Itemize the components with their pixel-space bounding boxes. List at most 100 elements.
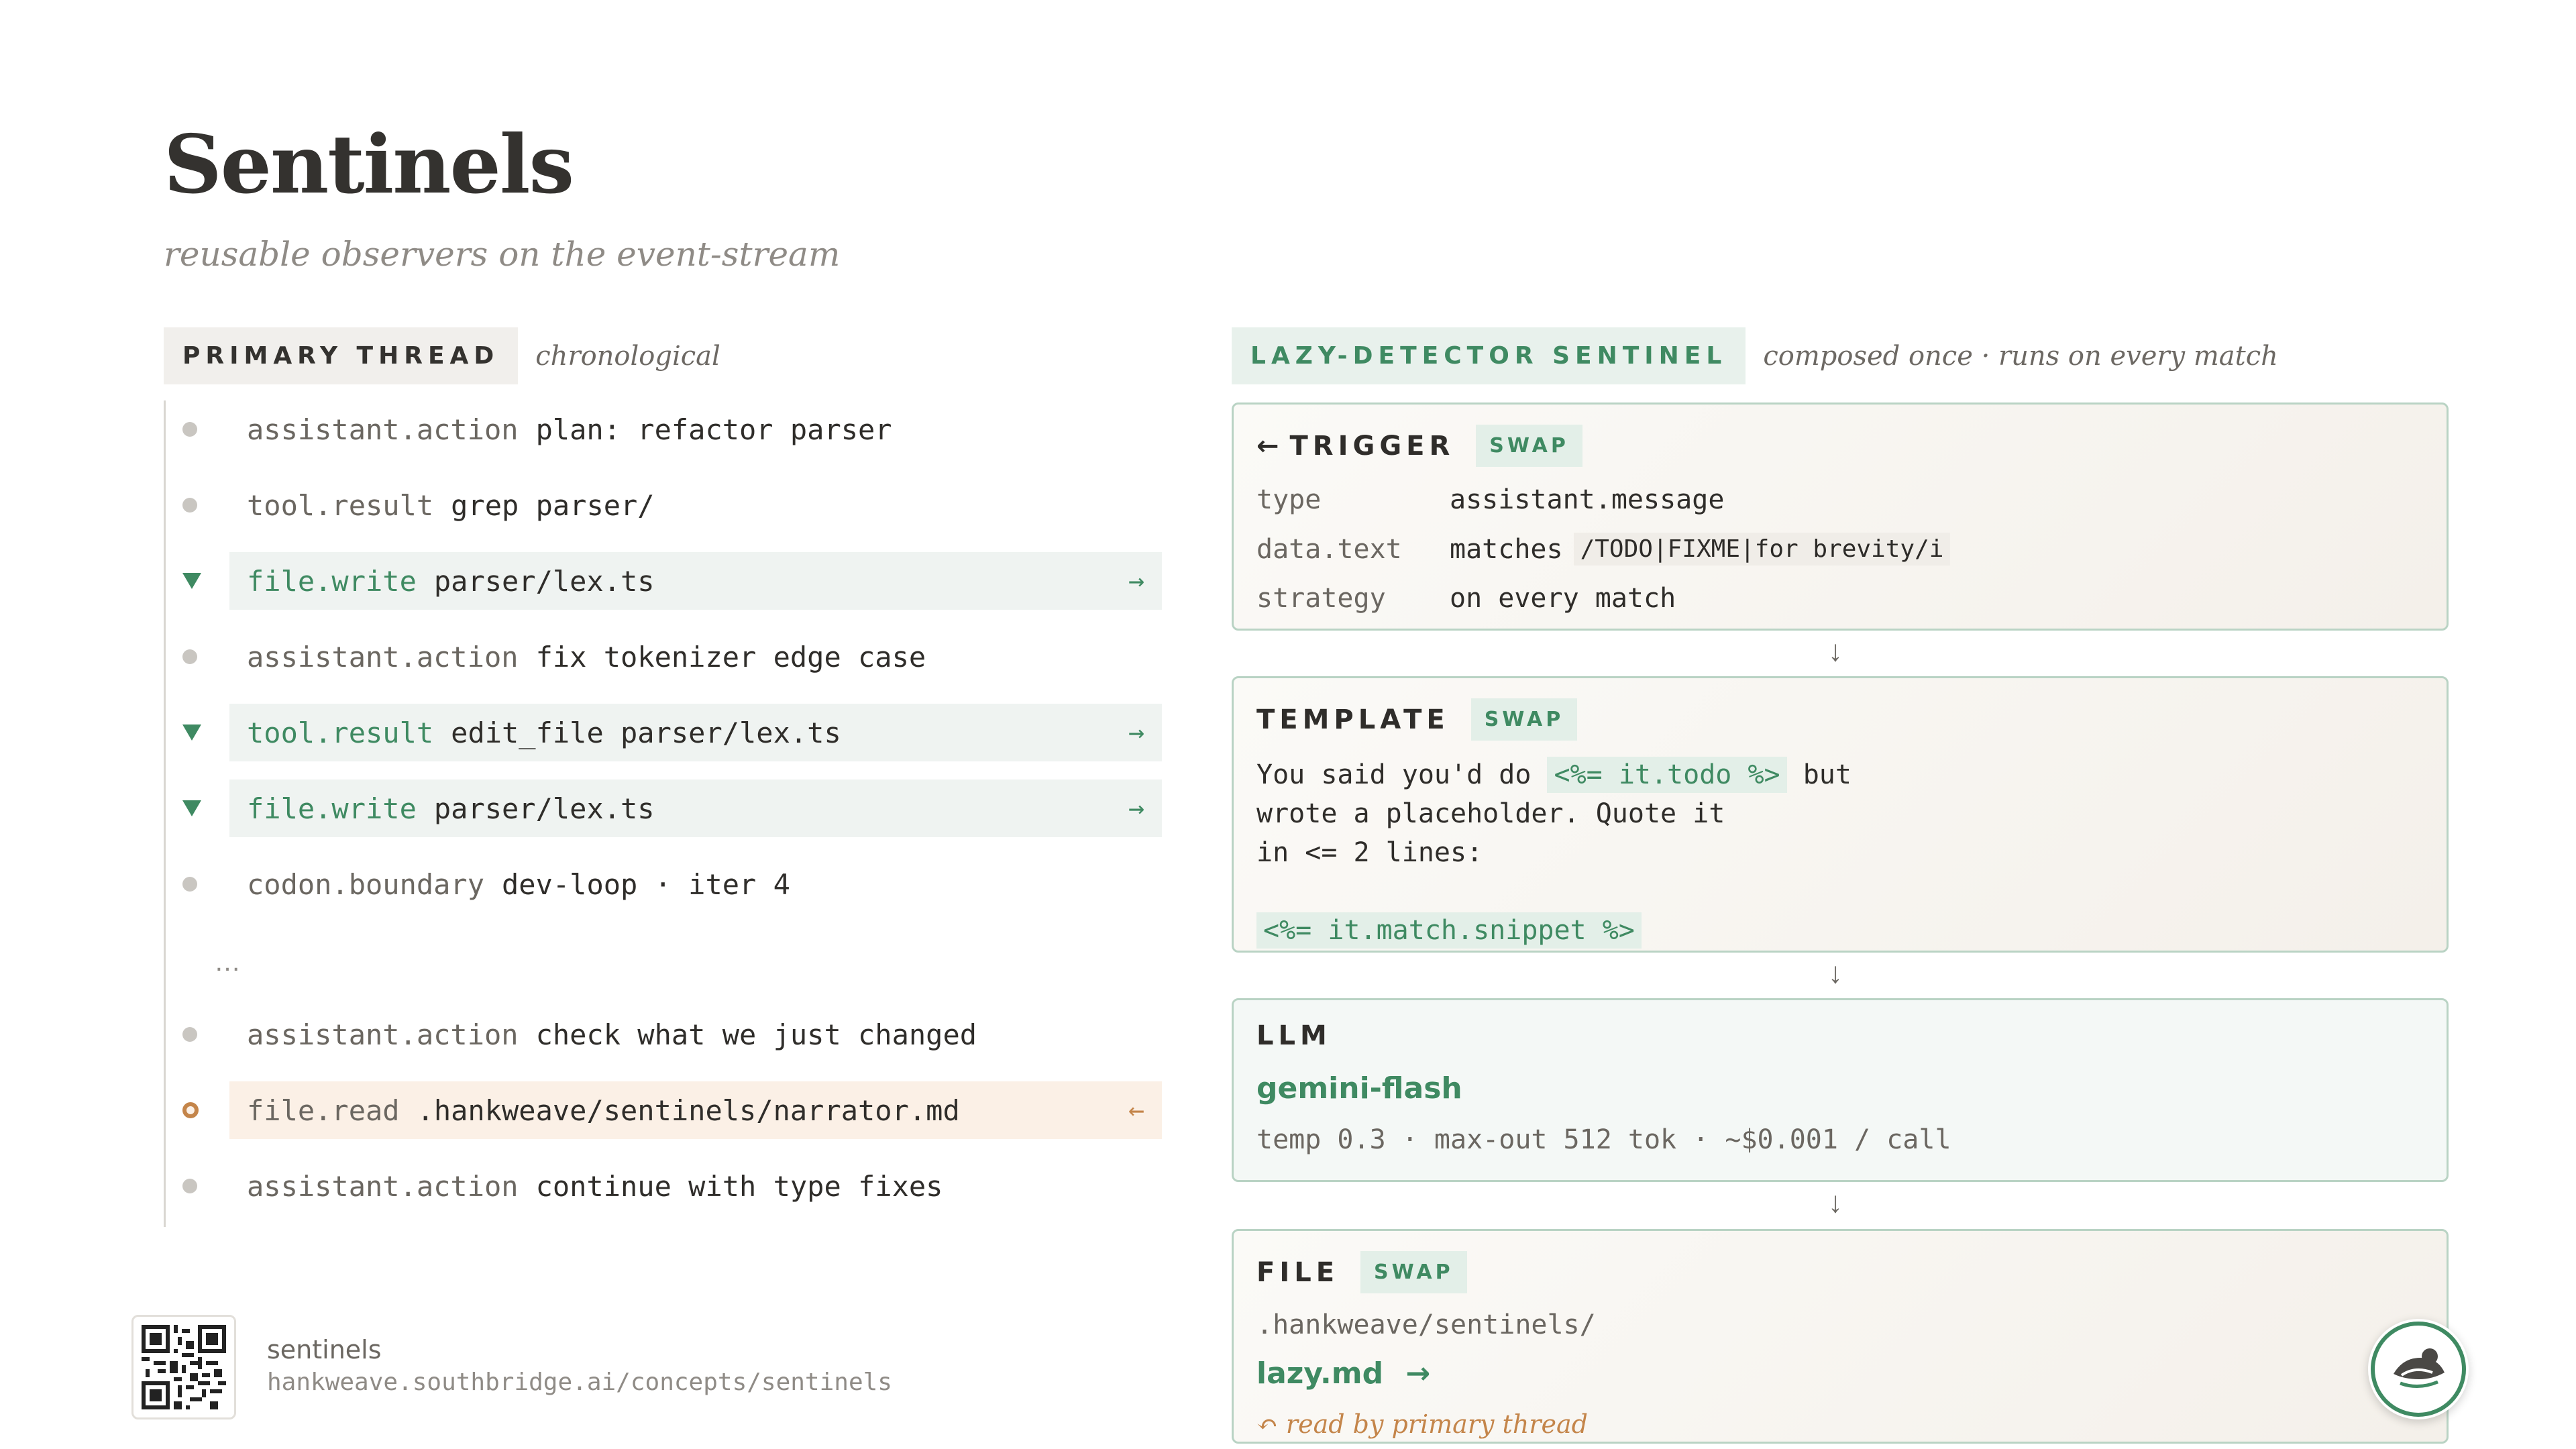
trigger-row-type: type assistant.message — [1256, 484, 2424, 515]
timeline-row-read[interactable]: file.read .hankweave/sentinels/narrator.… — [182, 1081, 1162, 1139]
dot-icon — [182, 1179, 197, 1193]
template-title: TEMPLATE SWAP — [1256, 698, 2424, 741]
file-swap-button[interactable]: SWAP — [1360, 1251, 1467, 1293]
template-var: <%= it.todo %> — [1547, 757, 1787, 793]
sentinel-note: composed once · runs on every match — [1763, 340, 2278, 372]
event-type: tool.result — [247, 488, 434, 522]
llm-title: LLM — [1256, 1020, 2424, 1051]
file-name: lazy.md — [1256, 1356, 1384, 1391]
arrow-right-icon: → — [1128, 793, 1144, 824]
arrow-right-icon: → — [1405, 1356, 1431, 1391]
trigger-key: strategy — [1256, 583, 1386, 614]
llm-title-text: LLM — [1256, 1020, 1332, 1051]
flow-arrow-icon: ↓ — [1828, 1186, 1843, 1219]
arrow-right-icon: → — [1128, 717, 1144, 748]
primary-thread-tag: PRIMARY THREAD — [164, 327, 519, 384]
template-var: <%= it.match.snippet %> — [1256, 912, 1642, 949]
trigger-regex: /TODO|FIXME|for brevity/i — [1573, 533, 1951, 566]
qr-code-icon — [131, 1315, 236, 1419]
event-detail: dev-loop · iter 4 — [502, 867, 790, 901]
file-title: FILE SWAP — [1256, 1251, 2424, 1293]
file-read-by: ↶ read by primary thread — [1256, 1409, 1588, 1439]
trigger-title-text: TRIGGER — [1289, 430, 1455, 462]
dot-icon — [182, 422, 197, 437]
timeline-row[interactable]: codon.boundary dev-loop · iter 4 — [182, 855, 1162, 913]
event-type: assistant.action — [247, 640, 519, 674]
event-type: assistant.action — [247, 1169, 519, 1203]
trigger-title: ← TRIGGER SWAP — [1256, 425, 2424, 467]
timeline-row-matched[interactable]: file.write parser/lex.ts → — [182, 780, 1162, 837]
llm-meta: temp 0.3 · max-out 512 tok · ~$0.001 / c… — [1256, 1124, 1951, 1155]
dot-icon — [182, 649, 197, 664]
event-type: file.read — [247, 1093, 400, 1127]
llm-model: gemini-flash — [1256, 1071, 1462, 1106]
event-detail: edit_file parser/lex.ts — [451, 716, 841, 749]
sentinel-header: LAZY-DETECTOR SENTINEL composed once · r… — [1232, 327, 2278, 384]
footer-url[interactable]: hankweave.southbridge.ai/concepts/sentin… — [267, 1368, 892, 1396]
template-title-text: TEMPLATE — [1256, 704, 1450, 735]
flow-arrow-icon: ↓ — [1828, 635, 1843, 667]
event-type: tool.result — [247, 716, 434, 749]
event-detail: parser/lex.ts — [433, 792, 655, 825]
trigger-key: type — [1256, 484, 1322, 515]
timeline-row[interactable]: assistant.action check what we just chan… — [182, 1006, 1162, 1063]
trigger-swap-button[interactable]: SWAP — [1476, 425, 1582, 467]
page-title: Sentinels — [164, 117, 574, 212]
footer-name: sentinels — [267, 1335, 382, 1364]
dot-icon — [182, 1027, 197, 1042]
llm-card: LLM gemini-flash temp 0.3 · max-out 512 … — [1232, 998, 2449, 1182]
arrow-right-icon: → — [1128, 566, 1144, 596]
event-detail: fix tokenizer edge case — [535, 640, 926, 674]
file-name-link[interactable]: lazy.md → — [1256, 1356, 2424, 1391]
trigger-row-strategy: strategy on every match — [1256, 583, 2424, 614]
timeline-row-matched[interactable]: file.write parser/lex.ts → — [182, 552, 1162, 610]
event-detail: continue with type fixes — [535, 1169, 943, 1203]
event-detail: parser/lex.ts — [433, 564, 655, 598]
hankweave-logo-icon[interactable] — [2368, 1319, 2469, 1419]
dot-icon — [182, 877, 197, 892]
timeline-row[interactable]: assistant.action continue with type fixe… — [182, 1157, 1162, 1215]
template-text: You said you'd do — [1256, 759, 1548, 790]
flow-arrow-icon: ↓ — [1828, 957, 1843, 989]
template-card: TEMPLATE SWAP You said you'd do <%= it.t… — [1232, 676, 2449, 953]
event-detail: check what we just changed — [535, 1018, 977, 1051]
trigger-value: assistant.message — [1450, 484, 1725, 515]
arrow-left-icon: ← — [1256, 430, 1279, 462]
timeline-row-matched[interactable]: tool.result edit_file parser/lex.ts → — [182, 704, 1162, 761]
trigger-key: data.text — [1256, 533, 1402, 565]
event-type: codon.boundary — [247, 867, 485, 901]
template-text: wrote a placeholder. Quote it — [1256, 798, 1725, 829]
triangle-icon — [182, 724, 201, 741]
dot-icon — [182, 498, 197, 513]
page-subtitle: reusable observers on the event-stream — [164, 235, 841, 274]
trigger-value: matches — [1450, 533, 1563, 565]
template-text: in <= 2 lines: — [1256, 837, 1483, 868]
event-detail: .hankweave/sentinels/narrator.md — [417, 1093, 960, 1127]
file-title-text: FILE — [1256, 1256, 1340, 1288]
trigger-card: ← TRIGGER SWAP type assistant.message da… — [1232, 402, 2449, 631]
arrow-left-icon: ← — [1128, 1095, 1144, 1126]
template-body: You said you'd do <%= it.todo %> but wro… — [1256, 755, 2424, 950]
primary-thread-note: chronological — [535, 340, 720, 372]
event-timeline: assistant.action plan: refactor parser t… — [164, 400, 1165, 1227]
event-detail: plan: refactor parser — [535, 413, 892, 446]
timeline-ellipsis: … — [214, 947, 241, 977]
event-type: assistant.action — [247, 413, 519, 446]
timeline-row[interactable]: tool.result grep parser/ — [182, 476, 1162, 534]
event-type: file.write — [247, 564, 417, 598]
triangle-icon — [182, 573, 201, 589]
file-card: FILE SWAP .hankweave/sentinels/ lazy.md … — [1232, 1229, 2449, 1444]
timeline-row[interactable]: assistant.action fix tokenizer edge case — [182, 628, 1162, 686]
ring-icon — [182, 1102, 199, 1118]
primary-thread-header: PRIMARY THREAD chronological — [164, 327, 720, 384]
sentinel-tag: LAZY-DETECTOR SENTINEL — [1232, 327, 1746, 384]
event-type: assistant.action — [247, 1018, 519, 1051]
trigger-row-data-text: data.text matches /TODO|FIXME|for brevit… — [1256, 533, 2424, 566]
template-text: but — [1786, 759, 1851, 790]
timeline-row[interactable]: assistant.action plan: refactor parser — [182, 400, 1162, 458]
event-type: file.write — [247, 792, 417, 825]
triangle-icon — [182, 800, 201, 816]
event-detail: grep parser/ — [451, 488, 655, 522]
template-swap-button[interactable]: SWAP — [1470, 698, 1578, 741]
file-path: .hankweave/sentinels/ — [1256, 1309, 1596, 1340]
